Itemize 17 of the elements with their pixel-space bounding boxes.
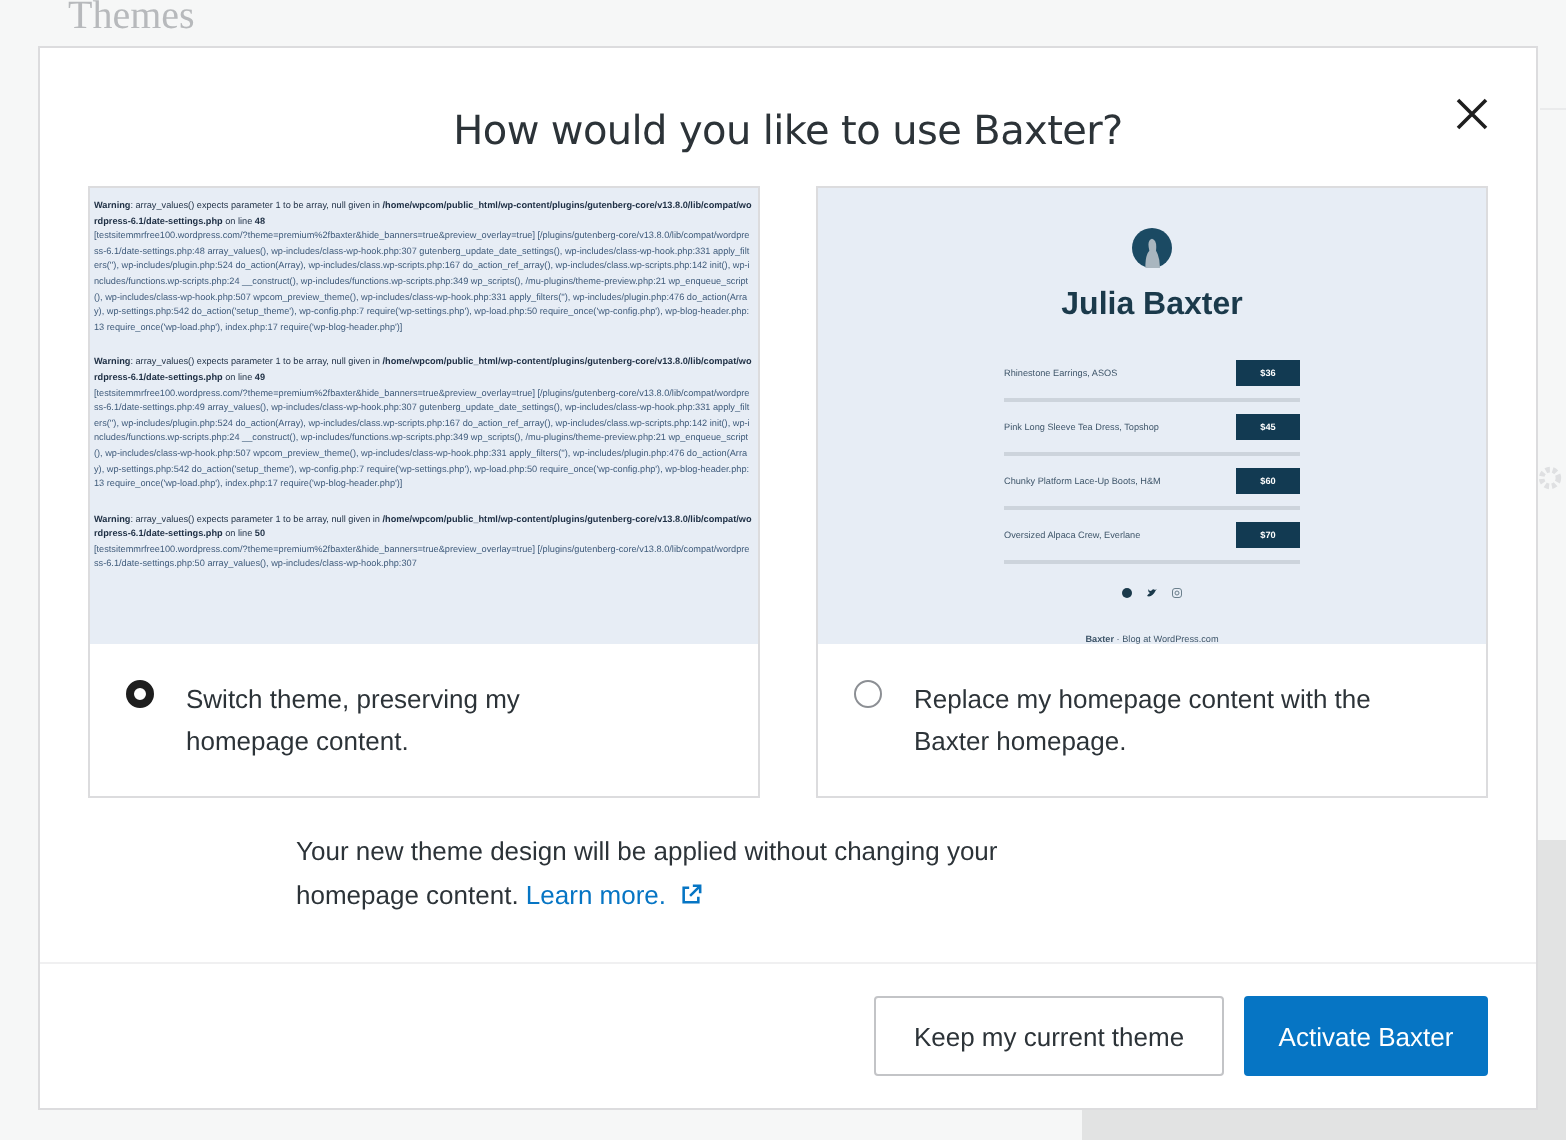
- option-label: Replace my homepage content with the Baxter homepage.: [914, 682, 1373, 760]
- radio-button[interactable]: [854, 680, 882, 708]
- dialog-title: How would you like to use Baxter?: [453, 106, 1123, 158]
- gear-icon: [1536, 464, 1564, 492]
- option-label: Switch theme, preserving my homepage content.: [186, 682, 522, 760]
- activate-button[interactable]: Activate Baxter: [1244, 996, 1488, 1076]
- radio-button[interactable]: [126, 680, 154, 708]
- option-card[interactable]: [816, 186, 1488, 798]
- profile-name: Julia Baxter: [1061, 288, 1243, 324]
- learn-more-link[interactable]: Learn more.: [525, 880, 702, 910]
- external-link-icon[interactable]: [679, 884, 702, 906]
- camera-icon[interactable]: [1172, 588, 1182, 598]
- keep-theme-button[interactable]: Keep my current theme: [874, 996, 1224, 1076]
- page-heading: Themes: [66, 0, 197, 32]
- note-text: Your new theme design will be applied without changing your homepage content. Learn more.: [296, 834, 1000, 914]
- close-icon[interactable]: [1454, 96, 1490, 132]
- bird-icon[interactable]: [1146, 588, 1158, 598]
